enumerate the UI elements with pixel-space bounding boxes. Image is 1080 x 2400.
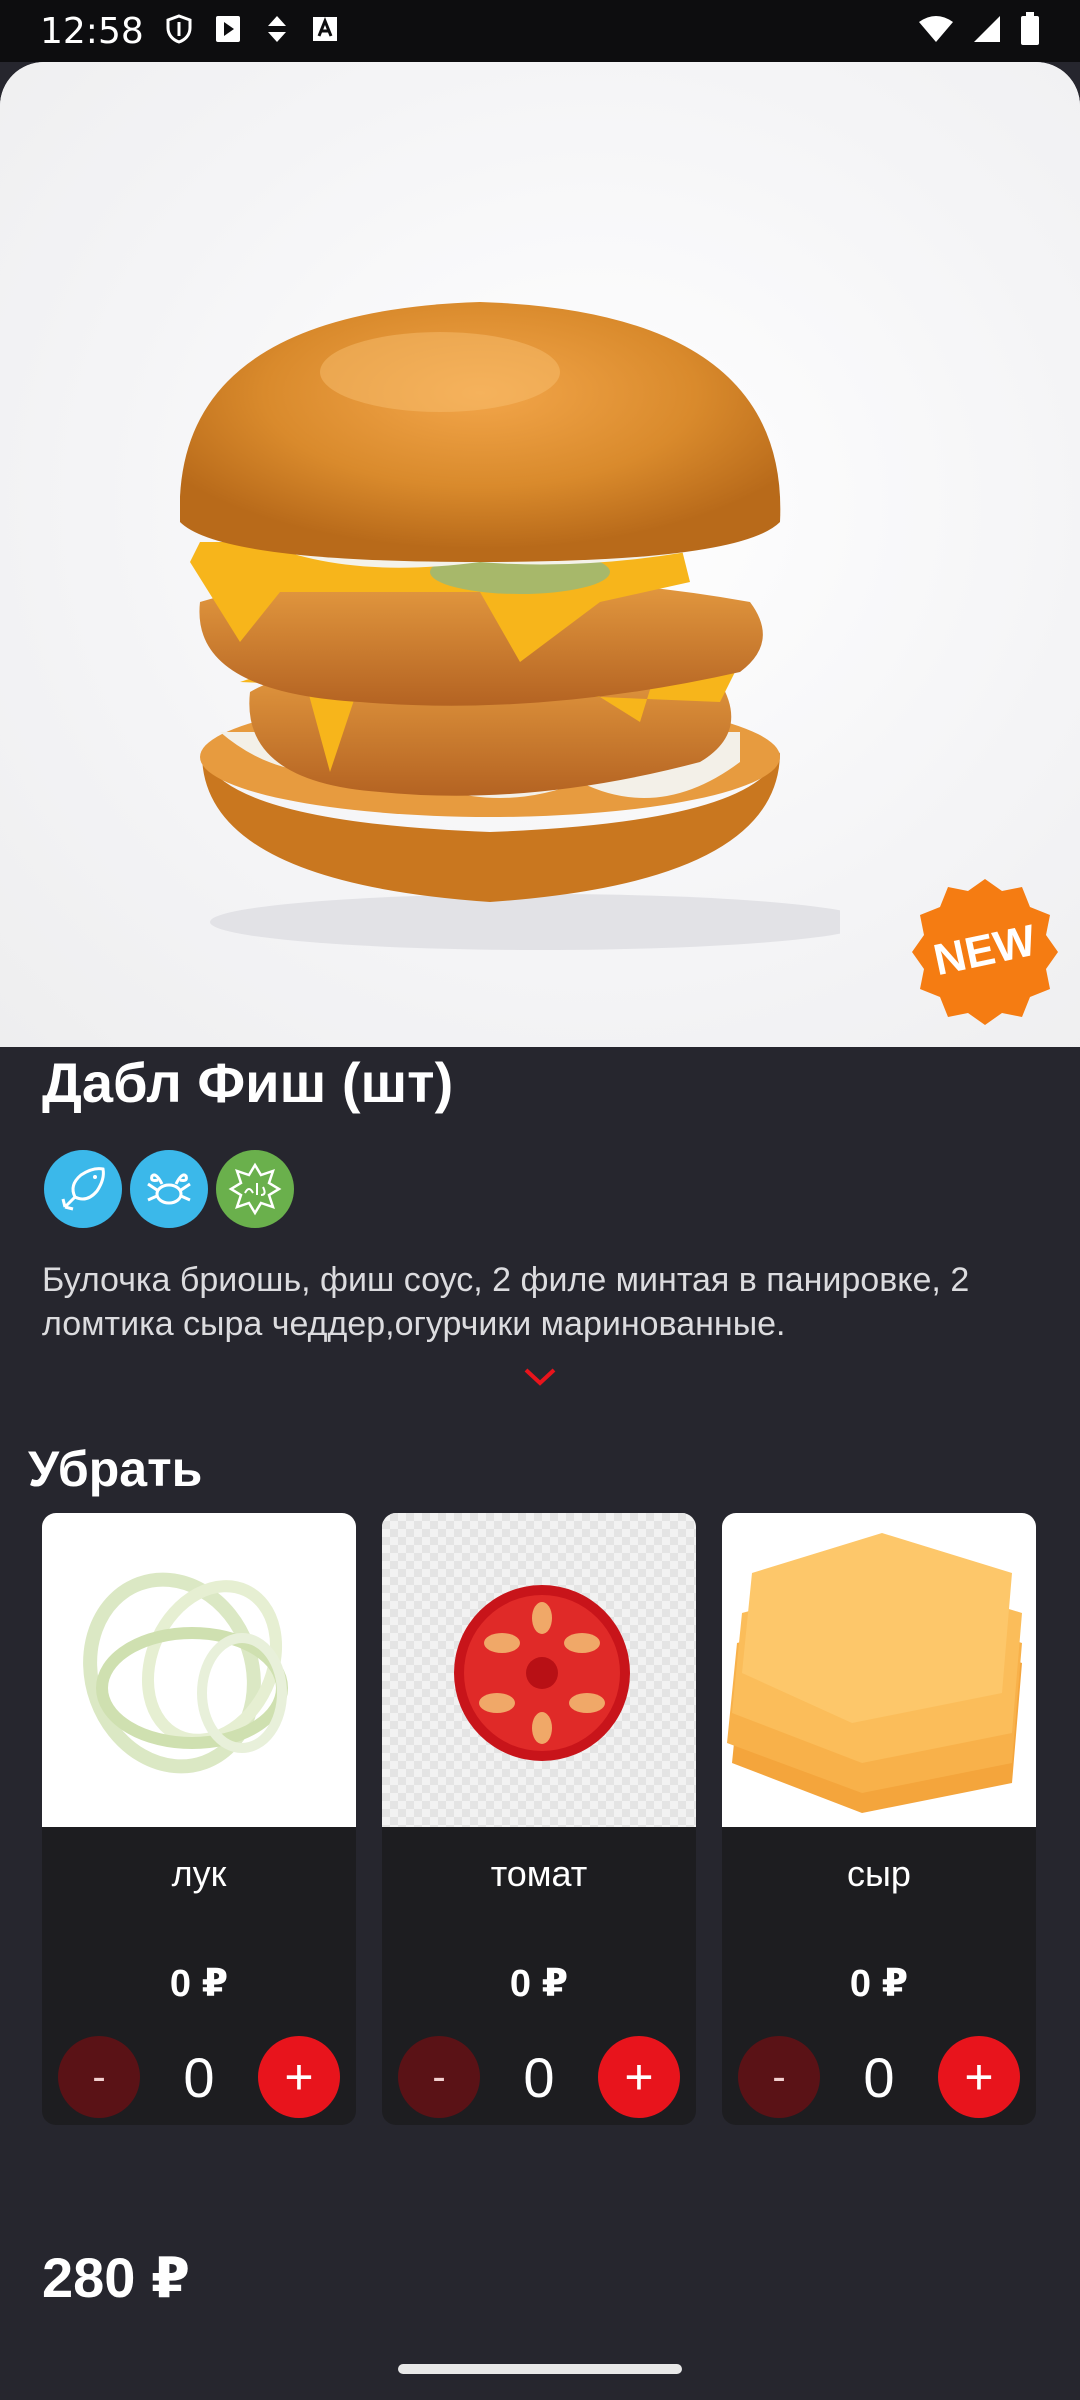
signal-icon (972, 14, 1002, 49)
shield-icon (166, 13, 192, 49)
total-price: 280 ₽ (42, 2246, 190, 2309)
onion-image (42, 1513, 356, 1827)
status-bar: 12:58 (0, 0, 1080, 62)
product-tags (44, 1150, 294, 1228)
increase-button[interactable]: + (258, 2036, 340, 2118)
status-system-icons (918, 11, 1040, 51)
product-description: Булочка бриошь, фиш соус, 2 филе минтая … (42, 1261, 970, 1343)
wifi-icon (918, 14, 954, 49)
ingredient-price: 0 ₽ (849, 1963, 909, 2005)
battery-icon (1020, 11, 1040, 51)
expand-chevron-icon[interactable] (522, 1366, 558, 1393)
tomato-image (382, 1513, 696, 1827)
ingredient-price: 0 ₽ (169, 1963, 229, 2005)
halal-icon (216, 1150, 294, 1228)
remove-section-title: Убрать (28, 1441, 203, 1497)
data-saver-icon (264, 14, 290, 49)
ingredient-card-tomato: томат 0 ₽ - 0 + (382, 1513, 696, 2125)
status-notification-icons (166, 13, 338, 49)
increase-button[interactable]: + (938, 2036, 1020, 2118)
ingredient-name: томат (490, 1853, 588, 1894)
decrease-button[interactable]: - (738, 2036, 820, 2118)
burger-image (180, 302, 840, 950)
new-badge: NEW (912, 879, 1058, 1025)
quantity-value: 0 (183, 2045, 215, 2109)
ingredient-price: 0 ₽ (509, 1963, 569, 2005)
ingredient-name: сыр (847, 1853, 911, 1894)
ingredient-list: лук 0 ₽ - 0 + томат 0 ₽ - 0 + сыр 0 ₽ - … (42, 1513, 1036, 2125)
seafood-icon (130, 1150, 208, 1228)
ingredient-card-cheese: сыр 0 ₽ - 0 + (722, 1513, 1036, 2125)
quantity-value: 0 (523, 2045, 555, 2109)
cheese-image (722, 1513, 1036, 1827)
increase-button[interactable]: + (598, 2036, 680, 2118)
quantity-value: 0 (863, 2045, 895, 2109)
quantity-stepper: - 0 + (738, 2036, 1020, 2118)
quantity-stepper: - 0 + (58, 2036, 340, 2118)
fish-icon (44, 1150, 122, 1228)
decrease-button[interactable]: - (58, 2036, 140, 2118)
product-image: NEW (0, 62, 1080, 1047)
ingredient-card-onion: лук 0 ₽ - 0 + (42, 1513, 356, 2125)
font-icon (312, 16, 338, 47)
quantity-stepper: - 0 + (398, 2036, 680, 2118)
product-title: Дабл Фиш (шт) (42, 1051, 454, 1114)
home-indicator[interactable] (398, 2364, 682, 2374)
ingredient-name: лук (171, 1853, 227, 1894)
status-time: 12:58 (40, 10, 144, 52)
play-store-icon (214, 14, 242, 49)
decrease-button[interactable]: - (398, 2036, 480, 2118)
